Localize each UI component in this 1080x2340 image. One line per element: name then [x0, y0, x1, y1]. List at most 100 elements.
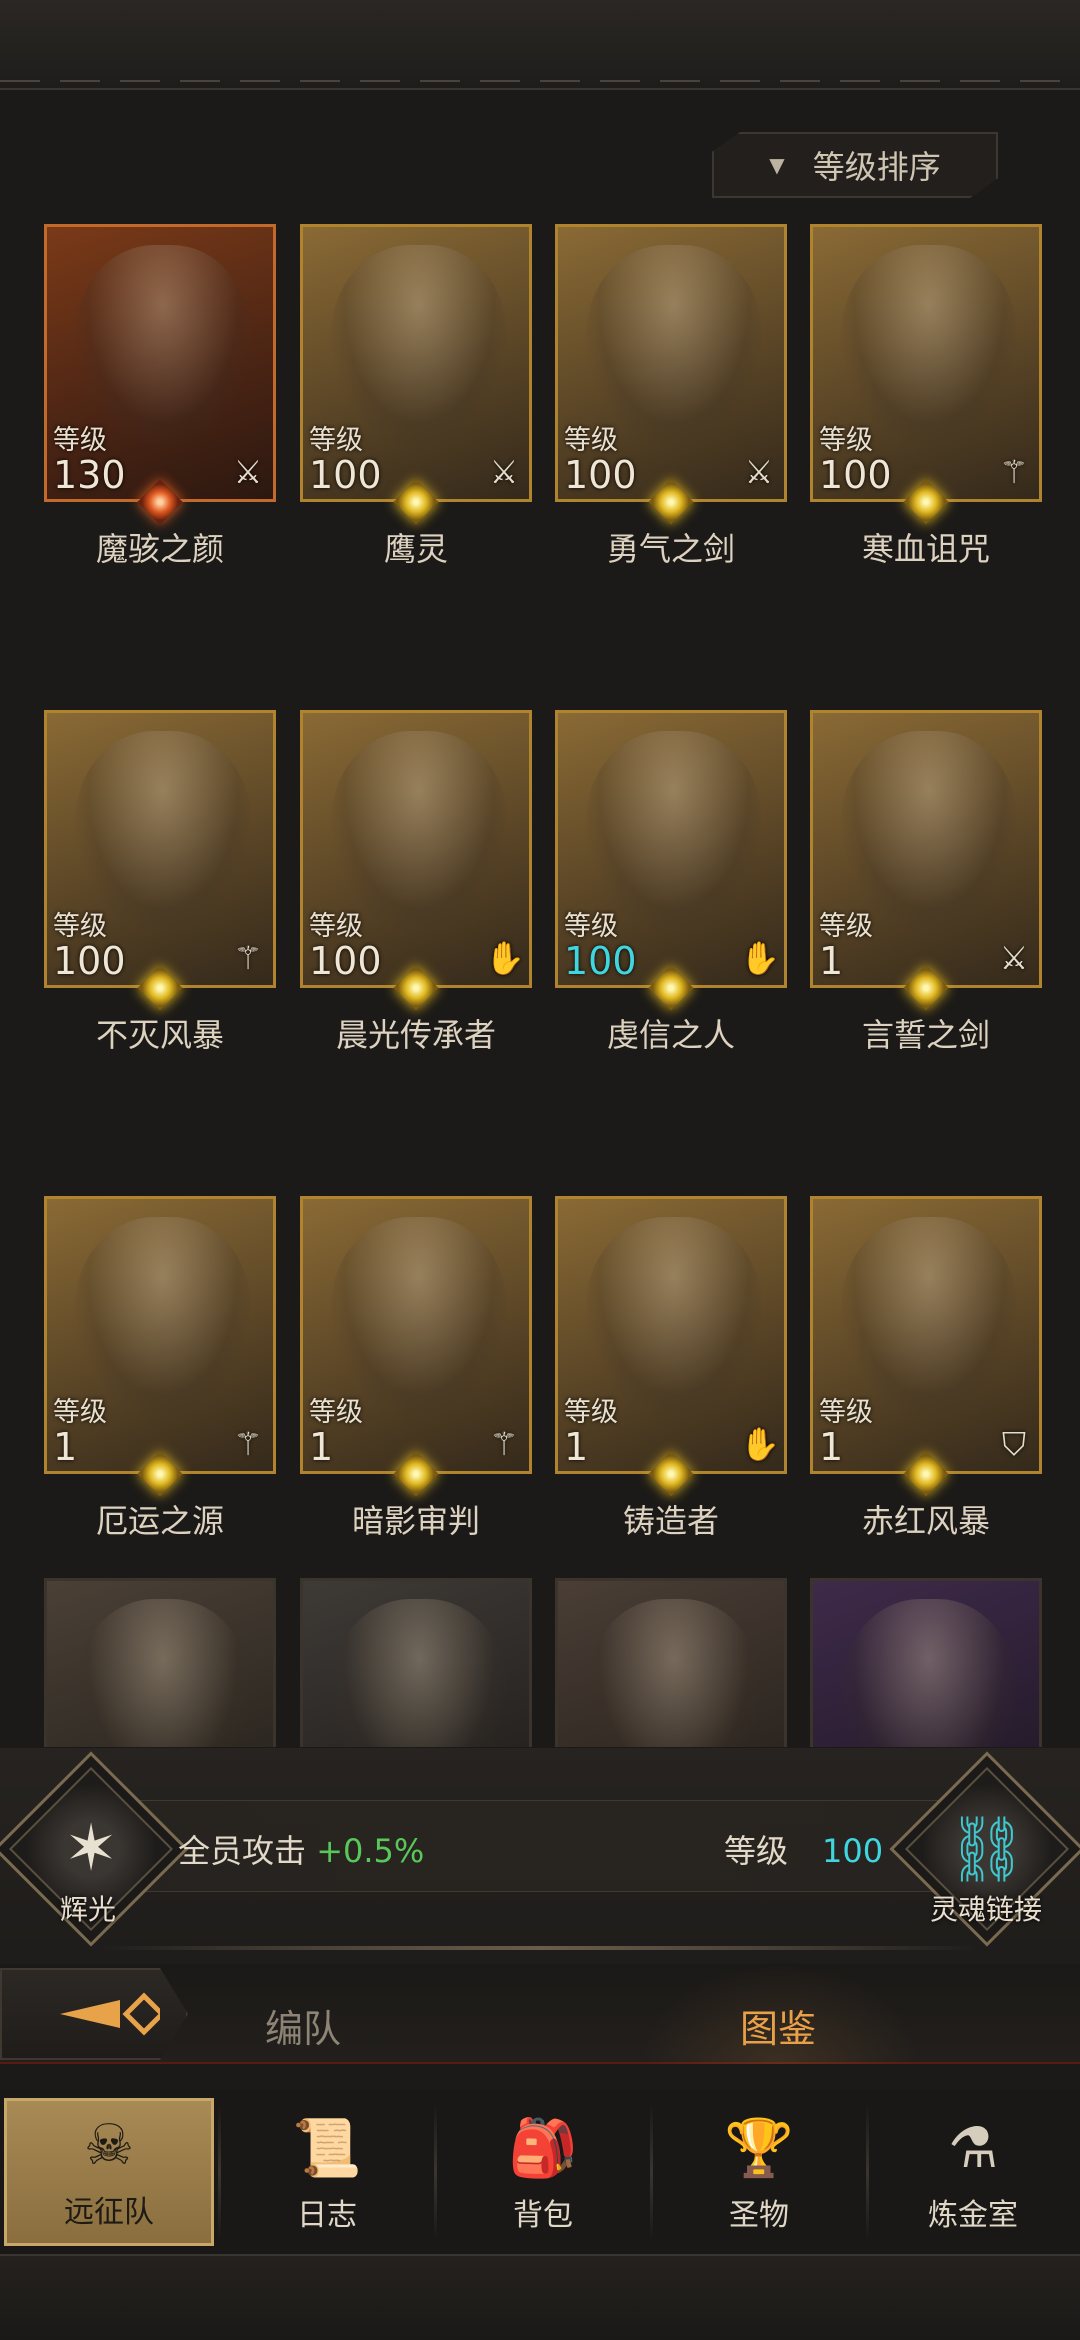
hero-portrait [75, 245, 251, 445]
hero-portrait-frame [44, 1578, 276, 1747]
level-label: 等级 [819, 911, 873, 942]
level-value: 100 [564, 939, 637, 983]
staff-icon: ⚚ [999, 453, 1029, 491]
level-label: 等级 [819, 425, 873, 456]
palm-icon: ✋ [485, 939, 525, 977]
sword-icon: ⚔ [489, 453, 519, 491]
hero-portrait [331, 245, 507, 445]
hero-portrait-frame: 等级 1 ⚚ [300, 1196, 532, 1474]
section-divider [100, 1946, 980, 1950]
level-value: 100 [564, 453, 637, 497]
hero-portrait [331, 1217, 507, 1417]
level-label: 等级 [309, 425, 363, 456]
alchemy-icon: ⚗ [947, 2115, 999, 2181]
nav-separator [650, 2104, 653, 2240]
nav-label: 远征队 [64, 2195, 154, 2230]
hero-portrait [331, 1599, 507, 1747]
level-label: 等级 [53, 911, 107, 942]
shield-icon: ⛉ [1001, 1425, 1026, 1463]
hero-name: 虔信之人 [606, 1016, 735, 1054]
hero-name: 鹰灵 [383, 530, 448, 568]
level-value: 1 [309, 1425, 334, 1469]
level-label: 等级 [53, 1397, 107, 1428]
hero-name: 铸造者 [622, 1502, 719, 1540]
hero-portrait-frame [810, 1578, 1042, 1747]
hero-name: 晨光传承者 [335, 1016, 496, 1054]
nav-label: 日志 [297, 2198, 357, 2233]
hero-portrait [841, 245, 1017, 445]
staff-icon: ⚚ [489, 1425, 519, 1463]
backpack-icon: 🎒 [508, 2116, 578, 2181]
hero-portrait [586, 1599, 762, 1747]
level-value: 1 [53, 1425, 78, 1469]
hero-portrait-frame: 等级 100 ⚔ [555, 224, 787, 502]
level-label: 等级 [564, 425, 618, 456]
hero-portrait [75, 1217, 251, 1417]
hero-portrait-frame: 等级 1 ⛉ [810, 1196, 1042, 1474]
hero-portrait [841, 731, 1017, 931]
hero-portrait-frame: 等级 1 ⚚ [44, 1196, 276, 1474]
hero-name: 勇气之剑 [606, 530, 735, 568]
soul-link-level-value: 100 [822, 1832, 884, 1870]
bonus-label: 全员攻击 [178, 1832, 307, 1870]
hero-portrait-frame: 等级 100 ⚚ [810, 224, 1042, 502]
level-value: 1 [819, 939, 844, 983]
soul-link-level-label: 等级 [724, 1832, 789, 1870]
hero-name: 寒血诅咒 [861, 530, 990, 568]
team-attack-bonus: 全员攻击 +0.5% [178, 1826, 424, 1872]
hero-portrait-frame: 等级 100 ⚔ [300, 224, 532, 502]
level-label: 等级 [564, 911, 618, 942]
staff-icon: ⚚ [233, 1425, 263, 1463]
level-value: 100 [309, 453, 382, 497]
bottom-ornament-bar [0, 2254, 1080, 2340]
nav-label: 炼金室 [928, 2198, 1018, 2233]
level-value: 1 [819, 1425, 844, 1469]
horned-skull-icon: ☠ [83, 2112, 135, 2178]
palm-icon: ✋ [740, 1425, 780, 1463]
level-value: 130 [53, 453, 126, 497]
hero-name: 赤红风暴 [861, 1502, 990, 1540]
nav-label: 背包 [513, 2198, 573, 2233]
hero-name: 魔骇之颜 [95, 530, 224, 568]
hero-portrait [841, 1217, 1017, 1417]
hero-portrait [75, 731, 251, 931]
tab-codex[interactable]: 图鉴 [740, 1998, 816, 2053]
level-label: 等级 [53, 425, 107, 456]
palm-icon: ✋ [740, 939, 780, 977]
nav-journal[interactable]: 📜 日志 [222, 2098, 432, 2246]
sword-icon: ⚔ [233, 453, 263, 491]
sword-icon: ⚔ [744, 453, 774, 491]
nav-alchemy[interactable]: ⚗ 炼金室 [868, 2098, 1078, 2246]
hero-name: 厄运之源 [95, 1502, 224, 1540]
level-value: 1 [564, 1425, 589, 1469]
hero-portrait [331, 731, 507, 931]
dropdown-triangle-icon: ▼ [769, 153, 785, 177]
hero-grid: 等级 130 ⚔ 魔骇之颜 等级 100 ⚔ 鹰灵 等级 100 ⚔ 勇气之剑 … [0, 222, 1080, 1747]
nav-backpack[interactable]: 🎒 背包 [438, 2098, 648, 2246]
hero-portrait-frame: 等级 130 ⚔ [44, 224, 276, 502]
radiance-caption: 辉光 [60, 1893, 117, 1926]
sort-label: 等级排序 [812, 148, 941, 186]
nav-relics[interactable]: 🏆 圣物 [654, 2098, 864, 2246]
hero-portrait-frame: 等级 100 ✋ [300, 710, 532, 988]
nav-expedition[interactable]: ☠ 远征队 [4, 2098, 214, 2246]
hero-portrait-frame [555, 1578, 787, 1747]
level-label: 等级 [819, 1397, 873, 1428]
hero-portrait [586, 245, 762, 445]
back-arrow-icon [60, 1992, 160, 2036]
sort-by-level-button[interactable]: ▼ 等级排序 [712, 132, 998, 198]
hero-portrait [841, 1599, 1017, 1747]
level-value: 100 [309, 939, 382, 983]
staff-icon: ⚚ [233, 939, 263, 977]
hero-portrait-frame: 等级 1 ⚔ [810, 710, 1042, 988]
level-label: 等级 [309, 1397, 363, 1428]
chalice-icon: 🏆 [724, 2116, 794, 2181]
hero-name: 言誓之剑 [861, 1016, 990, 1054]
soul-link-level: 等级 100 [724, 1826, 883, 1872]
hero-portrait-frame: 等级 100 ✋ [555, 710, 787, 988]
hero-portrait [586, 1217, 762, 1417]
tab-formation[interactable]: 编队 [265, 1998, 341, 2053]
nav-separator [434, 2104, 437, 2240]
hero-portrait-frame: 等级 100 ⚚ [44, 710, 276, 988]
hero-name: 不灭风暴 [95, 1016, 224, 1054]
